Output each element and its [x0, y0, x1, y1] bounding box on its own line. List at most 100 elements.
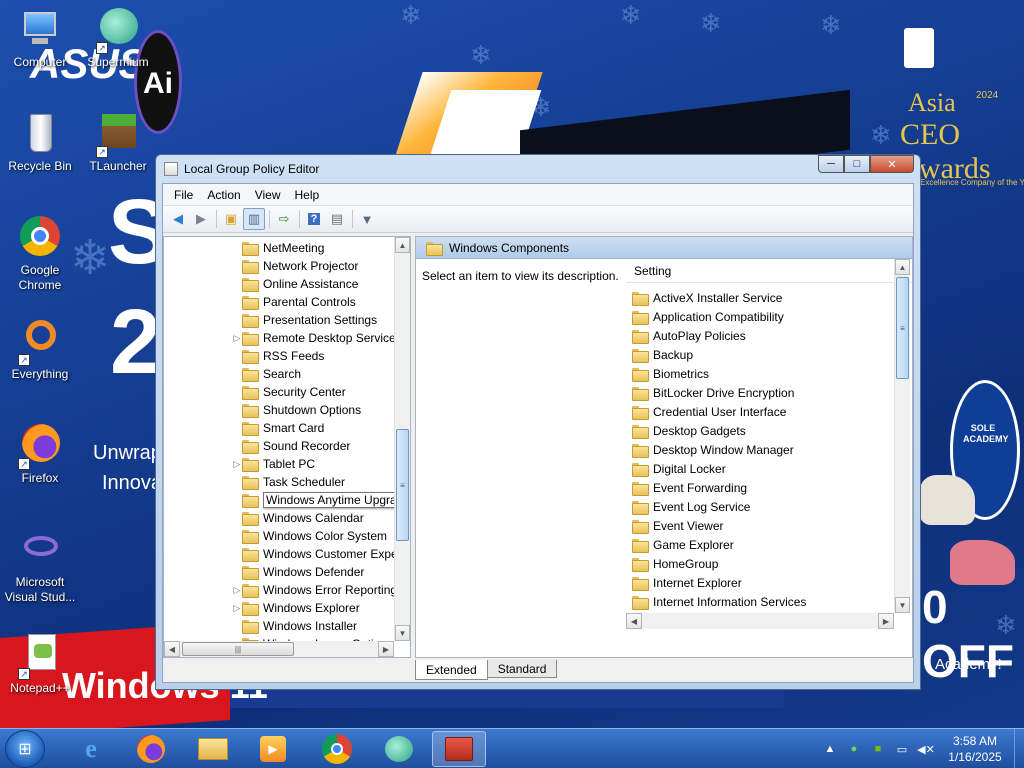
forward-button[interactable]: ▶	[190, 208, 212, 230]
tree-item[interactable]: Smart Card	[232, 419, 324, 437]
tree-item[interactable]: Shutdown Options	[232, 401, 361, 419]
setting-row[interactable]: Application Compatibility	[632, 307, 784, 326]
tree-vertical-scrollbar[interactable]: ▲ ≡ ▼	[394, 237, 410, 641]
column-header-setting[interactable]: Setting	[626, 259, 912, 283]
setting-row[interactable]: Event Forwarding	[632, 478, 747, 497]
taskbar-clock[interactable]: 3:58 AM 1/16/2025	[935, 733, 1015, 765]
close-button[interactable]: ✕	[870, 155, 914, 173]
scroll-up-arrow-icon[interactable]: ▲	[895, 259, 910, 275]
taskbar-supermium[interactable]	[372, 731, 426, 767]
console-tree[interactable]: NetMeeting Network Projector Online Assist…	[163, 236, 411, 658]
desktop-icon-tlauncher[interactable]: ↗ TLauncher	[80, 112, 156, 174]
setting-row[interactable]: AutoPlay Policies	[632, 326, 746, 345]
tree-item[interactable]: Windows Defender	[232, 563, 364, 581]
setting-row[interactable]: HomeGroup	[632, 554, 718, 573]
show-action-pane-button[interactable]: ▤	[326, 208, 348, 230]
setting-row[interactable]: Digital Locker	[632, 459, 726, 478]
desktop-icon-notepad-plus-plus[interactable]: ↗ Notepad++	[2, 634, 78, 696]
taskbar-file-explorer[interactable]	[186, 731, 240, 767]
group-policy-editor-window[interactable]: Local Group Policy Editor ─ □ ✕ File Act…	[155, 154, 921, 690]
settings-list[interactable]: Setting ActiveX Installer Service Applica…	[626, 259, 912, 657]
setting-row[interactable]: Internet Explorer	[632, 573, 742, 592]
tree-item[interactable]: Parental Controls	[232, 293, 356, 311]
desktop-icon-visual-studio[interactable]: Microsoft Visual Stud...	[2, 528, 78, 605]
desktop-icon-everything[interactable]: ↗ Everything	[2, 320, 78, 382]
minimize-button[interactable]: ─	[818, 155, 844, 173]
scroll-down-arrow-icon[interactable]: ▼	[895, 597, 910, 613]
list-vertical-scrollbar[interactable]: ▲ ≡ ▼	[894, 259, 910, 613]
setting-row[interactable]: Event Log Service	[632, 497, 750, 516]
scroll-left-arrow-icon[interactable]: ◀	[626, 613, 642, 629]
start-button[interactable]: ⊞	[5, 730, 45, 768]
tree-item[interactable]: Windows Anytime Upgrade	[232, 491, 410, 509]
tree-item[interactable]: Network Projector	[232, 257, 358, 275]
expand-arrow-icon[interactable]: ▷	[232, 585, 242, 596]
tree-item[interactable]: Task Scheduler	[232, 473, 345, 491]
setting-row[interactable]: Credential User Interface	[632, 402, 786, 421]
setting-row[interactable]: Desktop Gadgets	[632, 421, 746, 440]
tree-item[interactable]: Online Assistance	[232, 275, 358, 293]
tab-extended[interactable]: Extended	[415, 660, 488, 680]
window-titlebar[interactable]: Local Group Policy Editor	[156, 155, 920, 183]
scroll-up-arrow-icon[interactable]: ▲	[395, 237, 410, 253]
list-scroll-thumb[interactable]: ≡	[896, 277, 909, 379]
maximize-button[interactable]: □	[844, 155, 870, 173]
taskbar-firefox[interactable]	[124, 731, 178, 767]
list-horizontal-scrollbar[interactable]: ◀ ▶	[626, 613, 894, 629]
taskbar-internet-explorer[interactable]: e	[64, 731, 118, 767]
expand-arrow-icon[interactable]: ▷	[232, 333, 242, 344]
help-button[interactable]: ?	[303, 208, 325, 230]
desktop-icon-firefox[interactable]: ↗ Firefox	[2, 424, 78, 486]
taskbar-google-chrome[interactable]	[310, 731, 364, 767]
scroll-right-arrow-icon[interactable]: ▶	[378, 641, 394, 657]
tree-item[interactable]: Security Center	[232, 383, 346, 401]
setting-row[interactable]: Desktop Window Manager	[632, 440, 794, 459]
menu-view[interactable]: View	[248, 188, 288, 202]
setting-row[interactable]: Biometrics	[632, 364, 709, 383]
menu-help[interactable]: Help	[288, 188, 327, 202]
show-hide-console-tree-button[interactable]: ▥	[243, 208, 265, 230]
setting-row[interactable]: Backup	[632, 345, 693, 364]
tree-item[interactable]: ▷ Windows Explorer	[232, 599, 360, 617]
desktop-icon-recycle-bin[interactable]: Recycle Bin	[2, 112, 78, 174]
scroll-down-arrow-icon[interactable]: ▼	[395, 625, 410, 641]
tray-app-green[interactable]: ●	[846, 741, 862, 757]
tree-item[interactable]: Windows Color System	[232, 527, 387, 545]
tree-item[interactable]: Windows Installer	[232, 617, 357, 635]
tree-item[interactable]: ▷ Tablet PC	[232, 455, 315, 473]
setting-row[interactable]: Game Explorer	[632, 535, 734, 554]
setting-row[interactable]: BitLocker Drive Encryption	[632, 383, 794, 402]
desktop-icon-supermium[interactable]: ↗ Supermium	[80, 8, 156, 70]
tree-item[interactable]: Windows Calendar	[232, 509, 364, 527]
tree-scroll-thumb[interactable]: ≡	[396, 429, 409, 541]
menu-action[interactable]: Action	[200, 188, 247, 202]
show-hidden-icons-button[interactable]: ▲	[822, 741, 838, 757]
scroll-left-arrow-icon[interactable]: ◀	[164, 641, 180, 657]
tree-item[interactable]: NetMeeting	[232, 239, 324, 257]
export-list-button[interactable]: ⇨	[273, 208, 295, 230]
tree-horizontal-scrollbar[interactable]: ◀ ||| ▶	[164, 641, 394, 657]
expand-arrow-icon[interactable]: ▷	[232, 603, 242, 614]
setting-row[interactable]: Event Viewer	[632, 516, 723, 535]
setting-row[interactable]: Internet Information Services	[632, 592, 806, 611]
tree-item[interactable]: Sound Recorder	[232, 437, 350, 455]
tray-nvidia[interactable]: ■	[870, 741, 886, 757]
scroll-right-arrow-icon[interactable]: ▶	[878, 613, 894, 629]
menu-file[interactable]: File	[167, 188, 200, 202]
tab-standard[interactable]: Standard	[486, 660, 558, 678]
tree-item[interactable]: Windows Customer Experience	[232, 545, 410, 563]
tray-volume[interactable]: ◀✕	[917, 741, 935, 757]
show-desktop-button[interactable]	[1014, 729, 1024, 768]
filter-button[interactable]: ▼	[356, 208, 378, 230]
up-one-level-button[interactable]: ▣	[220, 208, 242, 230]
tree-item[interactable]: RSS Feeds	[232, 347, 324, 365]
expand-arrow-icon[interactable]: ▷	[232, 459, 242, 470]
taskbar-media-player[interactable]: ▶	[246, 731, 300, 767]
taskbar-group-policy-editor[interactable]	[432, 731, 486, 767]
tree-item[interactable]: ▷ Windows Error Reporting	[232, 581, 397, 599]
tree-item[interactable]: Search	[232, 365, 301, 383]
setting-row[interactable]: ActiveX Installer Service	[632, 288, 782, 307]
tree-item[interactable]: ▷ Remote Desktop Services	[232, 329, 402, 347]
desktop-icon-computer[interactable]: Computer	[2, 8, 78, 70]
back-button[interactable]: ◀	[167, 208, 189, 230]
